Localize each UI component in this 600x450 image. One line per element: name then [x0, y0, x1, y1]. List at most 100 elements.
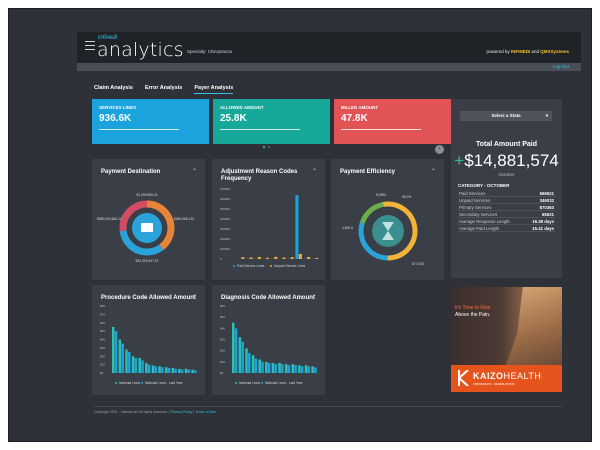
kpi-label: SERVICES LINES: [99, 105, 137, 110]
category-row: Paid Services 569621: [458, 190, 555, 197]
top-bar: infinedi analytics Specialty: Chiropract…: [77, 32, 581, 63]
kaizo-logo-icon: [458, 370, 469, 386]
bar-series-a: [291, 364, 295, 373]
adjustment-bar-chart: 700000 600000 500000 400000 300000 200000 1000…: [220, 187, 319, 268]
footer: Copyright 2021 - Infinedi.net All rights…: [94, 410, 216, 414]
ad-brand-part2: HEALTH: [503, 371, 542, 381]
bar-series-a: [271, 362, 275, 373]
carousel-dots[interactable]: [263, 146, 270, 148]
chart-label: $560,086,130: [174, 217, 194, 221]
y-tick-label: $30: [220, 338, 225, 342]
y-tick-label: $10: [100, 363, 105, 367]
bar-series-b: [167, 367, 171, 373]
payment-destination-chart: $1,099,665.34 $550,003,682.12 $560,086,1…: [97, 193, 194, 263]
panel-procedure-code: Procedure Code Allowed Amount ⌄ $80 $70 $6…: [92, 285, 205, 395]
bar-series-a: [145, 362, 148, 373]
sub-bar: Log Out: [77, 63, 581, 71]
bar-series-b: [187, 369, 191, 373]
bar-series-b: [307, 366, 311, 373]
legend-dot: [261, 382, 263, 384]
bar-series-a: [258, 359, 261, 373]
carousel-next-button[interactable]: ›: [435, 145, 444, 154]
category-value: 569621: [539, 191, 554, 196]
y-tick-label: $40: [100, 338, 105, 342]
y-tick-label: $40: [220, 326, 225, 330]
legend-dot-paid: [233, 265, 235, 267]
bar-series-b: [314, 367, 317, 373]
bar-series-a: [191, 369, 194, 373]
carousel-dot[interactable]: [268, 146, 270, 148]
bar-series-a: [311, 366, 314, 373]
panel-adjustment-reason-codes: Adjustment Reason Codes Frequency ⌄ 7000…: [212, 159, 325, 280]
bar-series-b: [161, 367, 164, 373]
bar-series-b: [234, 328, 238, 373]
app-logo[interactable]: analytics: [97, 39, 184, 61]
y-tick-label: $20: [220, 349, 225, 353]
y-tick-label: $50: [100, 329, 105, 333]
bar-series-b: [114, 331, 118, 373]
category-value: 346032: [539, 198, 554, 203]
kpi-card-billed-amount[interactable]: BILLED AMOUNT 47.8K: [334, 99, 451, 144]
tab-error-analysis[interactable]: Error Analysis: [145, 85, 182, 94]
kpi-card-service-lines[interactable]: SERVICES LINES 936.6K: [92, 99, 209, 144]
chart-label: $30,029,647.57: [136, 259, 159, 263]
bar-series-b: [307, 257, 311, 259]
kpi-card-allowed-amount[interactable]: ALLOWED AMOUNT 25.8K: [213, 99, 330, 144]
carousel-dot[interactable]: [263, 146, 265, 148]
bar-series-b: [274, 364, 278, 373]
powered-by: powered by INFINEDI and QMXSystems: [486, 49, 569, 54]
legend-dot: [115, 382, 117, 384]
kpi-bar: [341, 129, 421, 130]
bar-series-a: [178, 368, 181, 373]
plus-sign: +: [454, 151, 465, 170]
state-select-label: Select a State: [491, 113, 521, 118]
bar-series-a: [184, 368, 188, 373]
bar-series-a: [125, 349, 128, 373]
bar-series-a: [158, 366, 161, 373]
state-select[interactable]: Select a State ▾: [460, 111, 552, 121]
y-tick-label: 200000: [220, 237, 230, 241]
hamburger-menu-icon[interactable]: [85, 41, 95, 50]
bar-series-b: [298, 254, 302, 259]
logout-link[interactable]: Log Out: [553, 64, 569, 69]
bar-series-b: [241, 341, 244, 373]
bar-series-b: [257, 257, 261, 259]
bar-series-a: [171, 367, 175, 373]
privacy-policy-link[interactable]: Privacy Policy: [171, 410, 193, 414]
legend-dot: [141, 382, 143, 384]
y-tick-label: 700000: [220, 187, 230, 191]
bar-series-b: [281, 364, 284, 373]
legend-label: National Level: [119, 381, 140, 385]
tab-bar: Claim Analysis Error Analysis Payer Anal…: [94, 85, 234, 94]
kpi-label: ALLOWED AMOUNT: [220, 105, 264, 110]
state-summary-panel: Select a State ▾ Total Amount Paid +$14,8…: [451, 99, 562, 278]
terms-of-use-link[interactable]: Terms of Use: [195, 410, 216, 414]
bar-series-b: [154, 366, 158, 373]
ad-tagline: CHIROPRACTIC · REHABILITATION: [473, 383, 515, 386]
kpi-bar: [99, 129, 179, 130]
bar-series-b: [121, 343, 124, 373]
advertisement-banner[interactable]: It's Time to Rise Above the Pain. KAIZOH…: [451, 287, 562, 392]
powered-brand2: QMXSystems: [540, 49, 569, 54]
y-tick-label: $10: [220, 360, 225, 364]
total-paid-title: Total Amount Paid: [475, 141, 538, 148]
tab-claim-analysis[interactable]: Claim Analysis: [94, 85, 133, 94]
bar-series-b: [249, 257, 253, 259]
bar-series-a: [304, 365, 308, 373]
y-tick-label: $0: [100, 371, 104, 375]
y-tick-label: 0: [220, 257, 222, 261]
legend-label: Unpaid Service Lines: [274, 264, 306, 268]
y-tick-label: $80: [100, 304, 105, 308]
ad-headline: It's Time to Rise: [455, 305, 491, 311]
tab-payer-analysis[interactable]: Payer Analysis: [194, 85, 234, 94]
category-value: 15.41 days: [532, 226, 554, 231]
category-value: 870363: [539, 205, 554, 210]
y-tick-label: 600000: [220, 197, 230, 201]
bar-series-a: [131, 356, 135, 373]
legend-label: Paid Service Lines: [237, 264, 265, 268]
bar-series-a: [151, 365, 155, 373]
bar-series-b: [254, 358, 258, 373]
panel-diagnosis-code: Diagnosis Code Allowed Amount ⌄ $60 $50 $4…: [212, 285, 325, 395]
procedure-bar-chart: $80 $70 $60 $50 $40 $30 $20 $10 $0 National Leve…: [100, 304, 197, 385]
bar-series-a: [232, 322, 235, 373]
